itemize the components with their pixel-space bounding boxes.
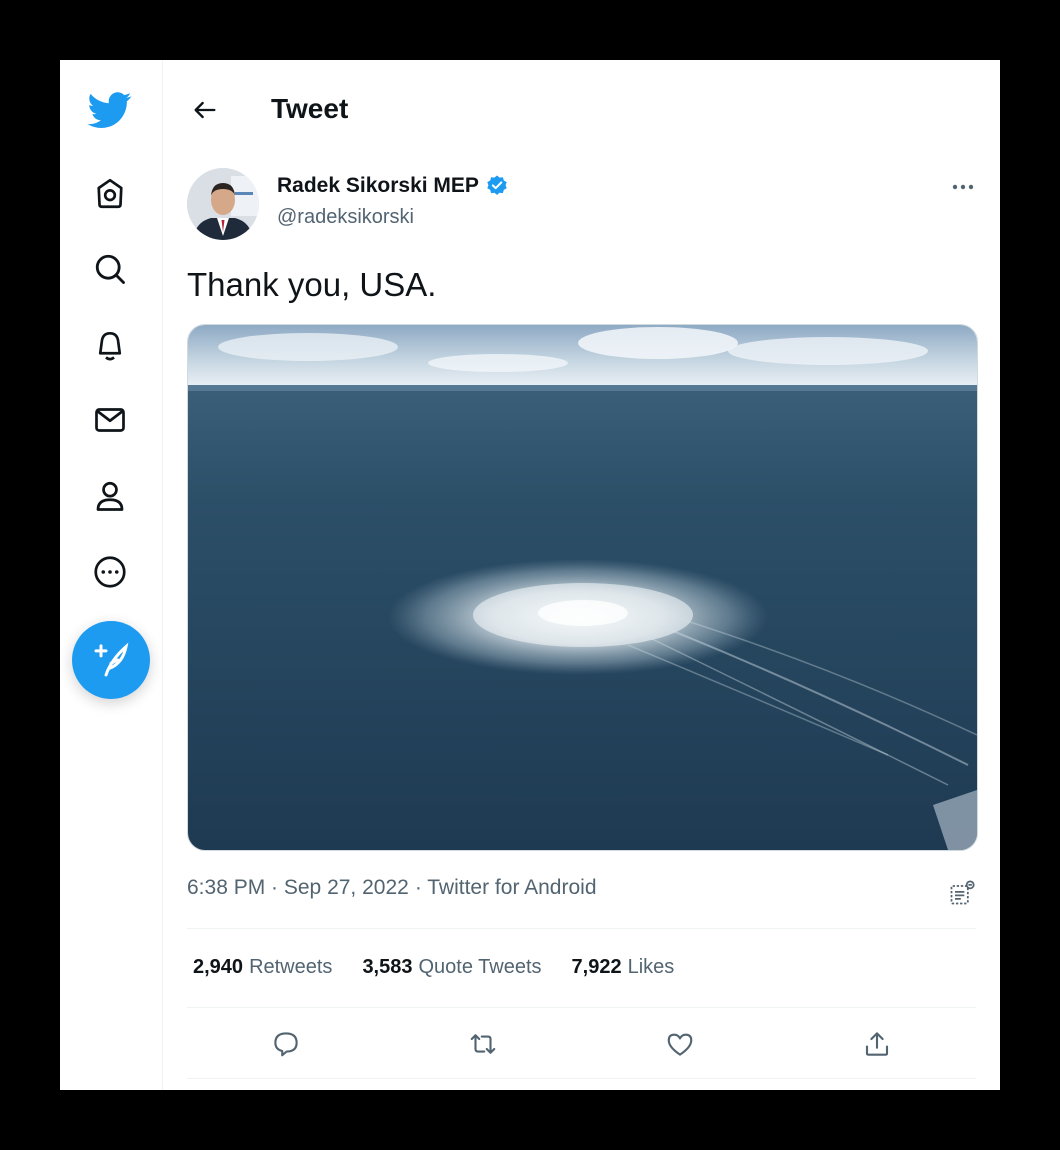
more-circle-icon[interactable]: [86, 548, 134, 596]
retweets-label: Retweets: [249, 956, 333, 978]
retweet-button[interactable]: [463, 1024, 503, 1064]
mail-icon[interactable]: [86, 396, 134, 444]
like-icon: [667, 1033, 693, 1056]
likes-label: Likes: [627, 956, 675, 978]
reply-icon: [274, 1032, 298, 1057]
tweet-photo: [188, 325, 977, 850]
tweet-meta: 6:38 PM · Sep 27, 2022 · Twitter for And…: [187, 876, 597, 900]
compose-feather-icon: [94, 642, 129, 677]
quote-tweets-count: 3,583: [362, 956, 413, 978]
divider: [187, 1007, 976, 1008]
compose-button[interactable]: [72, 621, 150, 699]
like-button[interactable]: [660, 1024, 700, 1064]
avatar[interactable]: [187, 168, 259, 240]
sidebar: [60, 60, 163, 1090]
retweet-icon: [470, 1034, 496, 1054]
back-button[interactable]: [185, 90, 225, 130]
app-window: Tweet Radek Sikorski MEP @radeksikorski: [60, 60, 1000, 1090]
author-display-name: Radek Sikorski MEP: [277, 174, 479, 197]
arrow-left-icon: [194, 101, 216, 119]
analytics-icon: [950, 880, 975, 905]
page-title: Tweet: [271, 93, 349, 124]
author-name[interactable]: Radek Sikorski MEP: [277, 174, 509, 198]
home-icon[interactable]: [86, 170, 134, 218]
retweets-count: 2,940: [193, 956, 244, 978]
tweet-media[interactable]: [187, 324, 978, 851]
verified-badge-icon: [487, 175, 507, 195]
analytics-button[interactable]: [945, 876, 979, 910]
tweet-text: Thank you, USA.: [187, 266, 437, 303]
twitter-bird-icon[interactable]: [86, 86, 134, 134]
tweet-actions: [187, 1020, 976, 1068]
quote-tweets-stat[interactable]: 3,583 Quote Tweets: [362, 956, 541, 979]
retweets-stat[interactable]: 2,940 Retweets: [193, 956, 332, 979]
more-horizontal-icon: [952, 184, 974, 190]
tweet-stats: 2,940 Retweets 3,583 Quote Tweets 7,922 …: [193, 956, 704, 979]
divider: [187, 1078, 976, 1079]
tweet-timestamp[interactable]: 6:38 PM · Sep 27, 2022: [187, 876, 409, 900]
main-column: Tweet Radek Sikorski MEP @radeksikorski: [163, 60, 1000, 1090]
author-handle[interactable]: @radeksikorski: [277, 206, 414, 229]
bell-icon[interactable]: [86, 321, 134, 369]
more-options-button[interactable]: [943, 172, 983, 202]
likes-count: 7,922: [571, 956, 622, 978]
search-icon[interactable]: [86, 245, 134, 293]
tweet-source: · Twitter for Android: [414, 876, 597, 899]
share-icon: [865, 1032, 889, 1056]
quote-tweets-label: Quote Tweets: [418, 956, 542, 978]
likes-stat[interactable]: 7,922 Likes: [572, 956, 675, 979]
share-button[interactable]: [857, 1024, 897, 1064]
reply-button[interactable]: [266, 1024, 306, 1064]
person-icon[interactable]: [86, 472, 134, 520]
divider: [187, 928, 976, 929]
